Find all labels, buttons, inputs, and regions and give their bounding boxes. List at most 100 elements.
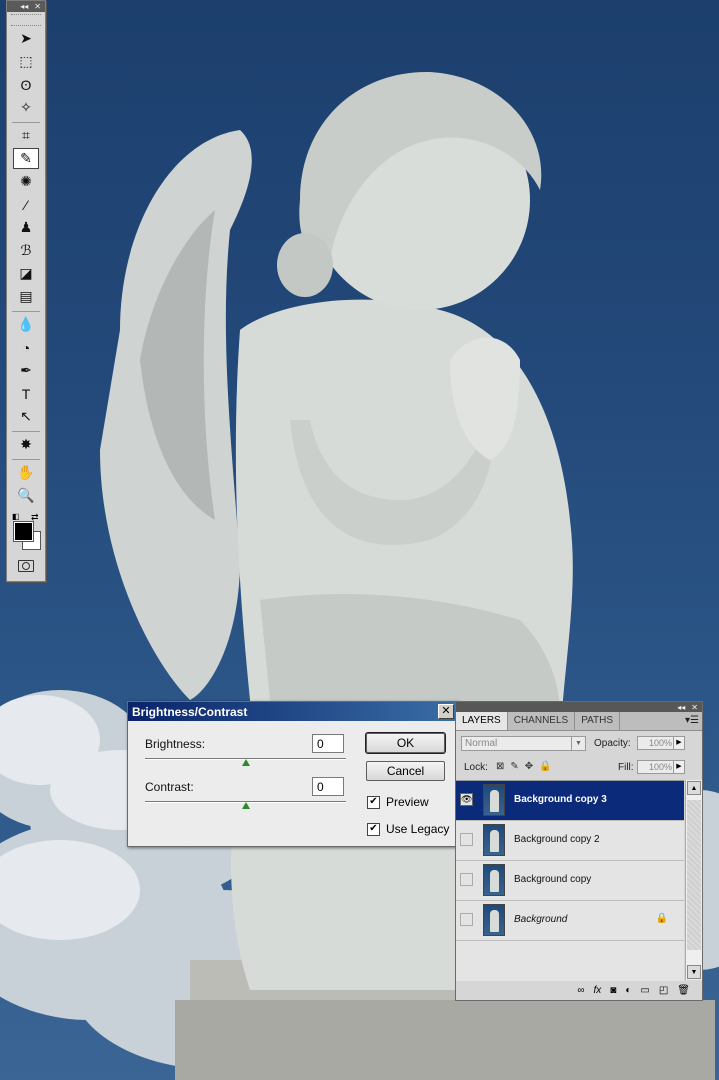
tool-separator [12, 122, 40, 123]
panel-grip[interactable] [11, 14, 41, 26]
eyedropper-tool-icon[interactable]: ✎ [13, 148, 39, 169]
type-tool-icon[interactable]: T [13, 383, 39, 404]
dialog-title-bar[interactable]: Brightness/Contrast ✕ [128, 702, 458, 721]
layer-row[interactable]: Background copy [456, 861, 684, 901]
blend-mode-select[interactable]: Normal ▼ [461, 736, 586, 751]
contrast-input[interactable]: 0 [312, 777, 344, 796]
trash-icon[interactable]: 🗑 [677, 985, 690, 996]
layer-name: Background copy [514, 874, 592, 885]
collapse-icon[interactable]: ◂◂ [20, 2, 28, 11]
tool-separator [12, 311, 40, 312]
layer-row[interactable]: Background copy 2 [456, 821, 684, 861]
color-swatches: ◧ ⇄ [9, 512, 43, 552]
marquee-tool-icon[interactable]: ⬚ [13, 51, 39, 72]
close-panel-icon[interactable]: ✕ [691, 703, 698, 712]
pen-tool-icon[interactable]: ✒ [13, 360, 39, 381]
opacity-input[interactable]: 100% [637, 736, 675, 750]
visibility-eye-icon[interactable] [460, 873, 473, 886]
tab-paths[interactable]: PATHS [575, 712, 621, 730]
layer-list: 👁 Background copy 3 Background copy 2 Backg… [456, 780, 684, 981]
blend-row: Normal ▼ Opacity: 100% ▶ [456, 731, 702, 755]
cancel-button[interactable]: Cancel [366, 761, 445, 781]
mask-icon[interactable]: ◙ [610, 985, 616, 996]
layer-name: Background copy 3 [514, 794, 607, 805]
opacity-arrow-icon[interactable]: ▶ [673, 736, 685, 750]
lock-position-icon[interactable]: ✥ [525, 761, 533, 772]
quick-mask-icon[interactable] [18, 560, 34, 572]
panel-tabs: LAYERS CHANNELS PATHS ▾☰ [456, 712, 702, 731]
opacity-label: Opacity: [594, 738, 631, 749]
chevron-down-icon[interactable]: ▼ [571, 737, 585, 750]
dialog-title: Brightness/Contrast [132, 704, 248, 719]
use-legacy-checkbox[interactable]: ✔ Use Legacy [367, 822, 449, 836]
path-selection-tool-icon[interactable]: ↖ [13, 406, 39, 427]
group-folder-icon[interactable]: ▭ [640, 985, 649, 996]
preview-check-box[interactable]: ✔ [367, 795, 380, 809]
layers-scrollbar[interactable]: ▲ ▼ [685, 780, 702, 980]
close-panel-icon[interactable]: ✕ [34, 2, 41, 11]
adjustment-icon[interactable]: ◐ [625, 985, 631, 996]
hand-tool-icon[interactable]: ✋ [13, 462, 39, 483]
brightness-contrast-dialog: Brightness/Contrast ✕ Brightness: 0 Cont… [127, 701, 459, 847]
panel-menu-icon[interactable]: ▾☰ [685, 715, 699, 726]
layer-thumbnail [483, 904, 505, 936]
layer-thumbnail [483, 784, 505, 816]
brightness-label: Brightness: [145, 737, 206, 751]
dodge-tool-icon[interactable]: ◔ [13, 337, 39, 358]
lock-transparent-icon[interactable]: ⊠ [496, 761, 504, 772]
gradient-tool-icon[interactable]: ▤ [13, 286, 39, 307]
zoom-tool-icon[interactable]: 🔍 [13, 485, 39, 506]
lock-label: Lock: [464, 762, 488, 773]
tab-layers[interactable]: LAYERS [456, 712, 508, 730]
foreground-color-swatch[interactable] [13, 521, 34, 542]
brightness-input[interactable]: 0 [312, 734, 344, 753]
use-legacy-check-box[interactable]: ✔ [367, 822, 380, 836]
visibility-eye-icon[interactable]: 👁 [460, 793, 473, 806]
fill-arrow-icon[interactable]: ▶ [673, 760, 685, 774]
contrast-slider-handle[interactable] [242, 802, 250, 809]
use-legacy-label: Use Legacy [386, 822, 450, 836]
default-colors-icon[interactable]: ◧ [12, 512, 20, 521]
layers-panel-header[interactable]: ◂◂ ✕ [456, 702, 702, 712]
layer-name: Background [514, 914, 568, 925]
layer-row[interactable]: Background 🔒 [456, 901, 684, 941]
lock-row: Lock: ⊠ ✎ ✥ 🔒 Fill: 100% ▶ [456, 755, 702, 779]
brush-tool-icon[interactable]: ⁄ [13, 194, 39, 215]
ok-button[interactable]: OK [365, 732, 446, 754]
fill-input[interactable]: 100% [637, 760, 675, 774]
lasso-tool-icon[interactable]: ʘ [13, 74, 39, 95]
crop-tool-icon[interactable]: ⌗ [13, 125, 39, 146]
preview-checkbox[interactable]: ✔ Preview [367, 795, 429, 809]
history-brush-tool-icon[interactable]: ℬ [13, 240, 39, 261]
link-icon[interactable]: ∞ [577, 985, 584, 996]
tab-channels[interactable]: CHANNELS [508, 712, 576, 730]
visibility-eye-icon[interactable] [460, 913, 473, 926]
blend-mode-value: Normal [465, 738, 498, 749]
close-icon[interactable]: ✕ [438, 704, 454, 719]
fx-icon[interactable]: fx [594, 985, 602, 996]
custom-shape-tool-icon[interactable]: ✸ [13, 434, 39, 455]
layer-thumbnail [483, 864, 505, 896]
fill-label: Fill: [618, 762, 634, 773]
visibility-eye-icon[interactable] [460, 833, 473, 846]
spot-healing-tool-icon[interactable]: ✺ [13, 171, 39, 192]
move-tool-icon[interactable]: ➤ [13, 28, 39, 49]
eraser-tool-icon[interactable]: ◪ [13, 263, 39, 284]
scroll-track[interactable] [687, 800, 701, 950]
new-layer-icon[interactable]: ◰ [659, 985, 668, 996]
layers-footer: ∞ fx ◙ ◐ ▭ ◰ 🗑 [456, 980, 702, 1000]
brightness-slider-handle[interactable] [242, 759, 250, 766]
lock-image-icon[interactable]: ✎ [510, 761, 518, 772]
collapse-icon[interactable]: ◂◂ [677, 703, 685, 712]
tool-separator [12, 459, 40, 460]
scroll-down-icon[interactable]: ▼ [687, 965, 701, 979]
magic-wand-tool-icon[interactable]: ✧ [13, 97, 39, 118]
layer-row[interactable]: 👁 Background copy 3 [456, 781, 684, 821]
scroll-up-icon[interactable]: ▲ [687, 781, 701, 795]
tools-panel-header[interactable]: ◂◂ ✕ [7, 1, 45, 12]
preview-label: Preview [386, 795, 429, 809]
tools-panel: ◂◂ ✕ ➤ ⬚ ʘ ✧ ⌗ ✎ ✺ ⁄ ♟ ℬ ◪ ▤ 💧 ◔ ✒ T ↖ ✸ ✋ 🔍 ◧ ⇄ [6, 0, 46, 582]
lock-all-icon[interactable]: 🔒 [539, 761, 551, 772]
clone-stamp-tool-icon[interactable]: ♟ [13, 217, 39, 238]
blur-tool-icon[interactable]: 💧 [13, 314, 39, 335]
